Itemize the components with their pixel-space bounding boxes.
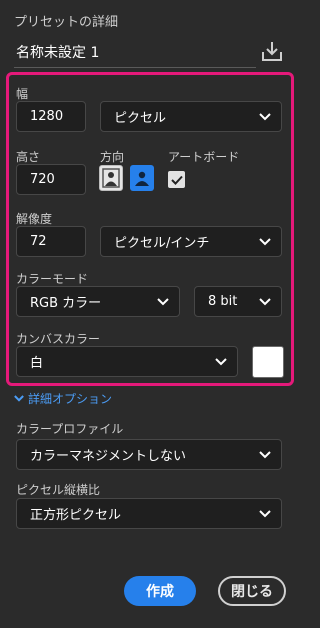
pixel-aspect-value: 正方形ピクセル — [30, 508, 122, 523]
bit-depth-value: 8 bit — [208, 294, 238, 309]
portrait-person-icon — [102, 168, 120, 188]
width-label: 幅 — [16, 87, 29, 101]
width-unit-select[interactable]: ピクセル — [100, 101, 282, 132]
orientation-label: 方向 — [100, 150, 125, 164]
chevron-down-icon — [259, 509, 271, 517]
chevron-down-icon — [259, 297, 271, 305]
resolution-unit-value: ピクセル/インチ — [114, 236, 210, 251]
chevron-down-icon — [259, 112, 271, 120]
artboard-checkbox[interactable] — [168, 171, 185, 188]
canvas-color-value: 白 — [30, 356, 44, 371]
portrait-orientation-button[interactable] — [99, 165, 123, 191]
preset-details-title: プリセットの詳細 — [14, 15, 119, 30]
artboard-label: アートボード — [168, 150, 240, 164]
resolution-label: 解像度 — [16, 212, 53, 226]
save-preset-icon[interactable] — [258, 40, 286, 64]
canvas-color-label: カンバスカラー — [16, 332, 101, 346]
landscape-orientation-button[interactable] — [130, 165, 154, 191]
resolution-unit-select[interactable]: ピクセル/インチ — [100, 226, 282, 257]
color-profile-value: カラーマネジメントしない — [30, 449, 187, 464]
preset-name-input[interactable]: 名称未設定 1 — [14, 42, 256, 68]
canvas-color-swatch[interactable] — [252, 346, 284, 378]
color-mode-label: カラーモード — [16, 272, 89, 286]
canvas-color-select[interactable]: 白 — [16, 346, 238, 377]
height-label: 高さ — [16, 150, 41, 164]
color-profile-select[interactable]: カラーマネジメントしない — [16, 439, 282, 470]
checkmark-icon — [170, 175, 183, 185]
close-button[interactable]: 閉じる — [218, 576, 286, 606]
advanced-options-toggle[interactable]: 詳細オプション — [14, 390, 112, 407]
new-document-preset-panel: { "panel": { "section_title": "プリセットの詳細"… — [0, 0, 300, 628]
width-unit-value: ピクセル — [114, 111, 167, 126]
landscape-person-icon — [135, 171, 149, 186]
chevron-down-icon — [215, 357, 227, 365]
pixel-aspect-label: ピクセル縦横比 — [16, 483, 101, 497]
resolution-input[interactable]: 72 — [16, 226, 86, 257]
create-button[interactable]: 作成 — [124, 576, 196, 606]
chevron-down-icon — [157, 297, 169, 305]
color-profile-label: カラープロファイル — [16, 422, 124, 436]
width-input[interactable]: 1280 — [16, 101, 86, 132]
chevron-down-icon — [14, 395, 24, 402]
pixel-aspect-select[interactable]: 正方形ピクセル — [16, 498, 282, 529]
color-mode-value: RGB カラー — [30, 296, 102, 311]
bit-depth-select[interactable]: 8 bit — [194, 286, 282, 317]
chevron-down-icon — [259, 450, 271, 458]
height-input[interactable]: 720 — [16, 164, 86, 195]
chevron-down-icon — [259, 237, 271, 245]
advanced-options-label: 詳細オプション — [28, 392, 113, 406]
color-mode-select[interactable]: RGB カラー — [16, 286, 180, 317]
